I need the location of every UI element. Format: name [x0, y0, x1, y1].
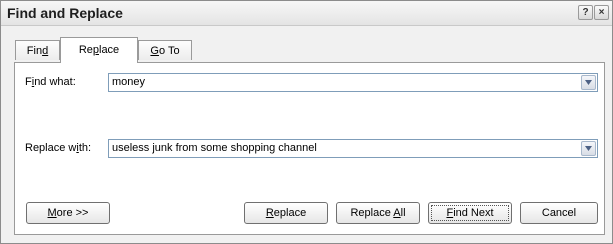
replace-with-input[interactable]: useless junk from some shopping channel	[112, 142, 317, 154]
cancel-label: Cancel	[541, 207, 577, 219]
replace-accel: R	[265, 207, 274, 219]
find-next-focus-ring	[431, 205, 509, 221]
tab-find-label: Fin	[26, 45, 43, 57]
replace-label: eplace	[273, 207, 307, 219]
dialog-title: Find and Replace	[7, 5, 123, 21]
replace-dropdown-chevron-down-icon[interactable]	[581, 141, 596, 156]
close-icon[interactable]: ×	[594, 5, 609, 20]
find-replace-dialog: Find and Replace ? × Find Replace Go To …	[0, 0, 613, 244]
help-icon[interactable]: ?	[578, 5, 593, 20]
tab-replace[interactable]: Replace	[60, 37, 138, 63]
tab-replace-label-rest: lace	[99, 44, 120, 56]
tab-find-accel: d	[42, 45, 49, 57]
replace-label-text: Replace w	[25, 142, 77, 154]
replace-with-combobox[interactable]: useless junk from some shopping channel	[108, 139, 598, 158]
cancel-button[interactable]: Cancel	[520, 202, 598, 224]
replace-all-button[interactable]: Replace All	[336, 202, 420, 224]
tab-replace-label: Re	[78, 44, 93, 56]
more-label: ore >>	[56, 207, 89, 219]
replace-all-accel: A	[393, 207, 401, 219]
find-label-rest: nd what:	[34, 76, 76, 88]
replace-with-label: Replace with:	[25, 142, 91, 154]
find-what-label: Find what:	[25, 76, 76, 88]
title-bar[interactable]: Find and Replace ? ×	[1, 1, 612, 26]
more-accel: M	[47, 207, 57, 219]
tab-goto[interactable]: Go To	[138, 40, 192, 60]
more-button[interactable]: More >>	[26, 202, 110, 224]
tab-find[interactable]: Find	[15, 40, 60, 60]
replace-panel: Find what: money Replace with: useless j…	[14, 62, 605, 235]
tab-goto-accel: G	[150, 45, 159, 57]
replace-button[interactable]: Replace	[244, 202, 328, 224]
find-next-button[interactable]: Find Next	[428, 202, 512, 224]
replace-label-rest: th:	[78, 142, 92, 154]
find-dropdown-chevron-down-icon[interactable]	[581, 75, 596, 90]
find-label-text: F	[25, 76, 32, 88]
find-what-input[interactable]: money	[112, 76, 145, 88]
replace-all-label-rest: ll	[400, 207, 406, 219]
tab-goto-label: o To	[158, 45, 180, 57]
replace-all-label: Replace	[350, 207, 394, 219]
find-what-combobox[interactable]: money	[108, 73, 598, 92]
